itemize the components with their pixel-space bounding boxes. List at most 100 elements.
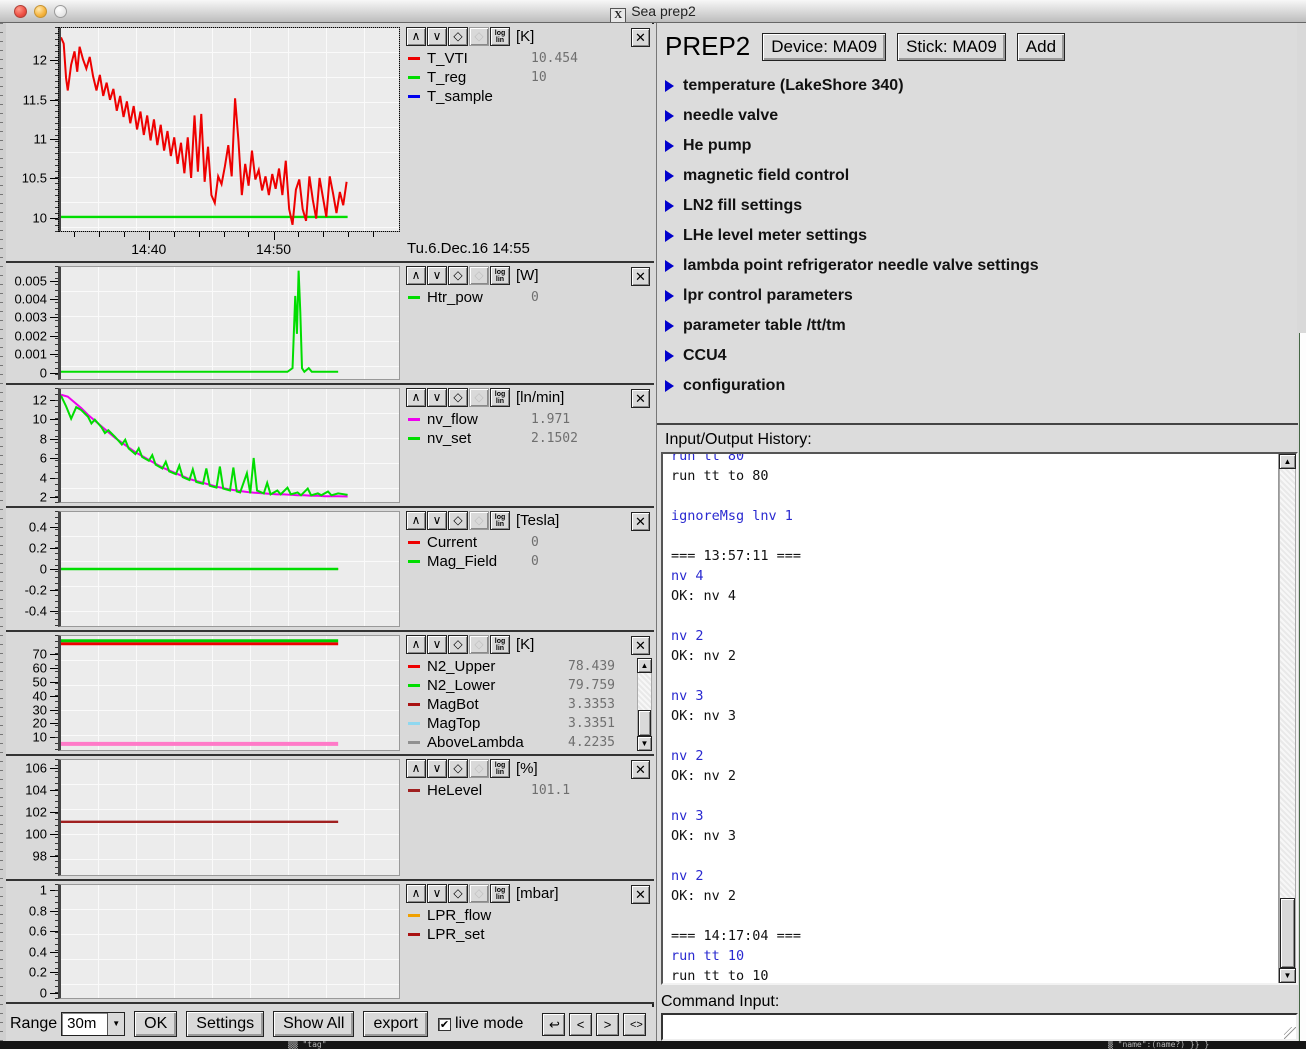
triangle-right-icon[interactable] xyxy=(665,140,674,152)
triangle-right-icon[interactable] xyxy=(665,80,674,92)
legend-entry[interactable]: N2_Lower79.759 xyxy=(406,676,650,695)
zoom-expand-icon[interactable]: ◇ xyxy=(448,388,468,407)
zoom-expand-icon[interactable]: ◇ xyxy=(448,884,468,903)
section-item[interactable]: He pump xyxy=(665,131,1285,161)
resize-grip-icon[interactable] xyxy=(1284,1027,1296,1039)
scroll-down-icon[interactable]: ∨ xyxy=(427,388,447,407)
scroll-up-icon[interactable]: ▲ xyxy=(1279,454,1296,469)
scroll-up-icon[interactable]: ∧ xyxy=(406,884,426,903)
section-item[interactable]: parameter table /tt/tm xyxy=(665,311,1285,341)
step-forward-button[interactable]: > xyxy=(596,1013,619,1036)
log-lin-toggle-icon[interactable]: loglin xyxy=(490,388,510,407)
legend-entry[interactable]: MagBot3.3353 xyxy=(406,695,650,714)
legend-entry[interactable]: T_sample xyxy=(406,87,650,106)
ok-button[interactable]: OK xyxy=(134,1011,177,1037)
section-item[interactable]: magnetic field control xyxy=(665,161,1285,191)
close-icon[interactable]: ✕ xyxy=(631,885,650,904)
zoom-expand-icon[interactable]: ◇ xyxy=(448,511,468,530)
io-history-scrollbar[interactable]: ▲ ▼ xyxy=(1278,454,1296,983)
command-input[interactable] xyxy=(663,1015,1300,1041)
legend-entry[interactable]: Mag_Field0 xyxy=(406,552,650,571)
log-lin-toggle-icon[interactable]: loglin xyxy=(490,759,510,778)
scroll-down-icon[interactable]: ∨ xyxy=(427,511,447,530)
scroll-up-icon[interactable]: ∧ xyxy=(406,759,426,778)
section-item[interactable]: configuration xyxy=(665,371,1285,401)
scroll-up-icon[interactable]: ∧ xyxy=(406,635,426,654)
section-item[interactable]: temperature (LakeShore 340) xyxy=(665,71,1285,101)
range-dropdown[interactable]: 30m ▼ xyxy=(61,1012,125,1036)
triangle-right-icon[interactable] xyxy=(665,290,674,302)
triangle-right-icon[interactable] xyxy=(665,170,674,182)
expand-range-button[interactable]: <> xyxy=(623,1013,646,1036)
scroll-down-icon[interactable]: ▼ xyxy=(637,736,652,751)
close-icon[interactable]: ✕ xyxy=(631,389,650,408)
zoom-expand-icon[interactable]: ◇ xyxy=(448,27,468,46)
legend-entry[interactable]: LPR_set xyxy=(406,925,650,944)
triangle-right-icon[interactable] xyxy=(665,350,674,362)
jump-latest-button[interactable]: ↩ xyxy=(542,1013,565,1036)
section-item[interactable]: lpr control parameters xyxy=(665,281,1285,311)
scroll-up-icon[interactable]: ∧ xyxy=(406,511,426,530)
close-icon[interactable]: ✕ xyxy=(631,28,650,47)
log-lin-toggle-icon[interactable]: loglin xyxy=(490,884,510,903)
legend-entry[interactable]: nv_flow1.971 xyxy=(406,410,650,429)
section-item[interactable]: lambda point refrigerator needle valve s… xyxy=(665,251,1285,281)
close-icon[interactable]: ✕ xyxy=(631,267,650,286)
legend-entry[interactable]: Htr_pow0 xyxy=(406,288,650,307)
legend-scrollbar[interactable]: ▲▼ xyxy=(637,658,652,751)
scrollbar-thumb[interactable] xyxy=(638,710,651,736)
scroll-down-icon[interactable]: ∨ xyxy=(427,759,447,778)
legend-entry[interactable]: T_reg10 xyxy=(406,68,650,87)
scroll-up-icon[interactable]: ▲ xyxy=(637,658,652,673)
chevron-down-icon[interactable]: ▼ xyxy=(107,1013,124,1035)
legend-entry[interactable]: HeLevel101.1 xyxy=(406,781,650,800)
section-item[interactable]: LN2 fill settings xyxy=(665,191,1285,221)
export-button[interactable]: export xyxy=(363,1011,427,1037)
legend-entry[interactable]: LPR_flow xyxy=(406,906,650,925)
section-item[interactable]: LHe level meter settings xyxy=(665,221,1285,251)
log-lin-toggle-icon[interactable]: loglin xyxy=(490,27,510,46)
settings-button[interactable]: Settings xyxy=(186,1011,264,1037)
show-all-button[interactable]: Show All xyxy=(273,1011,354,1037)
scrollbar-track[interactable] xyxy=(1279,469,1296,968)
legend-entry[interactable]: MagTop3.3351 xyxy=(406,714,650,733)
triangle-right-icon[interactable] xyxy=(665,380,674,392)
scroll-up-icon[interactable]: ∧ xyxy=(406,27,426,46)
scroll-up-icon[interactable]: ∧ xyxy=(406,266,426,285)
triangle-right-icon[interactable] xyxy=(665,320,674,332)
triangle-right-icon[interactable] xyxy=(665,110,674,122)
scroll-down-icon[interactable]: ▼ xyxy=(1279,968,1296,983)
log-lin-toggle-icon[interactable]: loglin xyxy=(490,635,510,654)
legend-entry[interactable]: Current0 xyxy=(406,533,650,552)
live-mode-checkbox[interactable]: ✔ xyxy=(438,1018,451,1031)
device-button[interactable]: Device: MA09 xyxy=(762,33,886,61)
scroll-down-icon[interactable]: ∨ xyxy=(427,884,447,903)
legend-entry[interactable]: T_VTI10.454 xyxy=(406,49,650,68)
add-button[interactable]: Add xyxy=(1017,33,1065,61)
scroll-down-icon[interactable]: ∨ xyxy=(427,27,447,46)
scrollbar-track[interactable] xyxy=(637,673,652,736)
close-icon[interactable]: ✕ xyxy=(631,636,650,655)
step-back-button[interactable]: < xyxy=(569,1013,592,1036)
legend-entry[interactable]: nv_set2.1502 xyxy=(406,429,650,448)
zoom-expand-icon[interactable]: ◇ xyxy=(448,635,468,654)
section-item[interactable]: needle valve xyxy=(665,101,1285,131)
close-icon[interactable]: ✕ xyxy=(631,760,650,779)
scroll-down-icon[interactable]: ∨ xyxy=(427,266,447,285)
scrollbar-thumb[interactable] xyxy=(1280,898,1295,968)
triangle-right-icon[interactable] xyxy=(665,230,674,242)
section-item[interactable]: CCU4 xyxy=(665,341,1285,371)
close-icon[interactable]: ✕ xyxy=(631,512,650,531)
legend-entry[interactable]: N2_Upper78.439 xyxy=(406,657,650,676)
zoom-expand-icon[interactable]: ◇ xyxy=(448,759,468,778)
triangle-right-icon[interactable] xyxy=(665,260,674,272)
stick-button[interactable]: Stick: MA09 xyxy=(897,33,1006,61)
scroll-down-icon[interactable]: ∨ xyxy=(427,635,447,654)
scroll-up-icon[interactable]: ∧ xyxy=(406,388,426,407)
legend-series-value: 0 xyxy=(531,554,539,569)
legend-entry[interactable]: AboveLambda4.2235 xyxy=(406,733,650,752)
log-lin-toggle-icon[interactable]: loglin xyxy=(490,511,510,530)
zoom-expand-icon[interactable]: ◇ xyxy=(448,266,468,285)
log-lin-toggle-icon[interactable]: loglin xyxy=(490,266,510,285)
triangle-right-icon[interactable] xyxy=(665,200,674,212)
